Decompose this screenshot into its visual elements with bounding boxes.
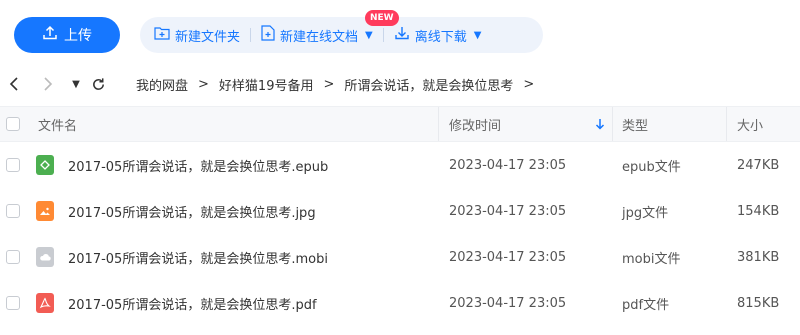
table-row[interactable]: 2017-05所谓会说话，就是会换位思考.epub 2023-04-17 23:… bbox=[0, 142, 800, 188]
column-divider bbox=[726, 107, 727, 141]
tool-group: 新建文件夹 新建在线文档 ▼ 离线下载 ▼ bbox=[140, 17, 543, 53]
row-checkbox-cell bbox=[6, 188, 20, 234]
download-icon bbox=[394, 25, 410, 45]
file-type: jpg文件 bbox=[622, 205, 669, 221]
file-name[interactable]: 2017-05所谓会说话，就是会换位思考.epub bbox=[68, 142, 328, 188]
cloud-file-icon bbox=[36, 234, 54, 280]
breadcrumb: 我的网盘 > 好样猫19号备用 > 所谓会说话，就是会换位思考 > bbox=[136, 75, 534, 94]
breadcrumb-item[interactable]: 好样猫19号备用 bbox=[219, 75, 314, 94]
row-checkbox-cell bbox=[6, 280, 20, 326]
table-row[interactable]: 2017-05所谓会说话，就是会换位思考.mobi 2023-04-17 23:… bbox=[0, 234, 800, 280]
breadcrumb-item[interactable]: 所谓会说话，就是会换位思考 bbox=[344, 75, 513, 94]
caret-down-icon: ▼ bbox=[473, 29, 482, 41]
column-header-modified[interactable]: 修改时间 bbox=[449, 107, 501, 141]
file-name[interactable]: 2017-05所谓会说话，就是会换位思考.mobi bbox=[68, 234, 328, 280]
table-row[interactable]: 2017-05所谓会说话，就是会换位思考.jpg 2023-04-17 23:0… bbox=[0, 188, 800, 234]
doc-plus-icon bbox=[261, 25, 275, 45]
caret-down-icon: ▼ bbox=[365, 29, 373, 41]
offline-download-button[interactable]: 离线下载 ▼ bbox=[394, 25, 482, 45]
breadcrumb-separator: > bbox=[523, 76, 535, 92]
folder-plus-icon bbox=[154, 26, 170, 44]
breadcrumb-item[interactable]: 我的网盘 bbox=[136, 75, 188, 94]
upload-icon bbox=[42, 25, 58, 45]
row-checkbox-cell bbox=[6, 142, 20, 188]
refresh-icon[interactable] bbox=[86, 72, 110, 96]
breadcrumb-separator: > bbox=[323, 76, 335, 92]
file-modified: 2023-04-17 23:05 bbox=[449, 295, 567, 311]
history-dropdown-icon[interactable]: ▼ bbox=[64, 72, 88, 96]
navigation-bar: ▼ 我的网盘 > 好样猫19号备用 > 所谓会说话，就是会换位思考 > bbox=[0, 68, 800, 100]
row-checkbox[interactable] bbox=[6, 250, 20, 264]
select-all-checkbox[interactable] bbox=[6, 117, 20, 131]
row-checkbox-cell bbox=[6, 234, 20, 280]
new-badge: NEW bbox=[365, 10, 399, 26]
new-online-doc-label: 新建在线文档 bbox=[280, 29, 359, 45]
column-header-name[interactable]: 文件名 bbox=[38, 107, 77, 141]
file-type: pdf文件 bbox=[622, 297, 670, 313]
file-size: 815KB bbox=[737, 295, 780, 311]
file-modified: 2023-04-17 23:05 bbox=[449, 203, 567, 219]
file-size: 154KB bbox=[737, 203, 780, 219]
file-type: mobi文件 bbox=[622, 251, 681, 267]
upload-label: 上传 bbox=[64, 28, 92, 44]
file-name[interactable]: 2017-05所谓会说话，就是会换位思考.jpg bbox=[68, 188, 316, 234]
new-folder-button[interactable]: 新建文件夹 bbox=[154, 26, 240, 45]
forward-arrow-icon[interactable] bbox=[36, 72, 60, 96]
file-size: 381KB bbox=[737, 249, 780, 265]
select-all-checkbox-cell bbox=[6, 107, 20, 141]
file-type: epub文件 bbox=[622, 159, 681, 175]
file-modified: 2023-04-17 23:05 bbox=[449, 157, 567, 173]
toolbar-divider bbox=[382, 28, 384, 42]
row-checkbox[interactable] bbox=[6, 204, 20, 218]
column-header-type[interactable]: 类型 bbox=[622, 107, 648, 141]
back-arrow-icon[interactable] bbox=[2, 72, 26, 96]
epub-icon bbox=[36, 142, 54, 188]
row-checkbox[interactable] bbox=[6, 296, 20, 310]
new-folder-label: 新建文件夹 bbox=[175, 29, 241, 45]
image-icon bbox=[36, 188, 54, 234]
offline-download-label: 离线下载 bbox=[414, 29, 467, 45]
breadcrumb-separator: > bbox=[198, 76, 209, 92]
new-online-doc-button[interactable]: 新建在线文档 ▼ bbox=[261, 25, 373, 45]
pdf-icon bbox=[36, 280, 54, 326]
toolbar-divider bbox=[250, 28, 252, 42]
file-modified: 2023-04-17 23:05 bbox=[449, 249, 567, 265]
column-header-size[interactable]: 大小 bbox=[737, 107, 763, 141]
file-size: 247KB bbox=[737, 157, 780, 173]
row-checkbox[interactable] bbox=[6, 158, 20, 172]
table-header: 文件名 修改时间 类型 大小 bbox=[0, 106, 800, 142]
table-row[interactable]: 2017-05所谓会说话，就是会换位思考.pdf 2023-04-17 23:0… bbox=[0, 280, 800, 326]
file-name[interactable]: 2017-05所谓会说话，就是会换位思考.pdf bbox=[68, 280, 317, 326]
column-divider bbox=[612, 107, 613, 141]
upload-button[interactable]: 上传 bbox=[14, 17, 120, 53]
column-divider bbox=[438, 107, 439, 141]
toolbar: 上传 新建文件夹 新建在线文档 ▼ 离线下载 ▼ NEW bbox=[0, 0, 800, 64]
sort-descending-icon[interactable] bbox=[595, 107, 605, 141]
